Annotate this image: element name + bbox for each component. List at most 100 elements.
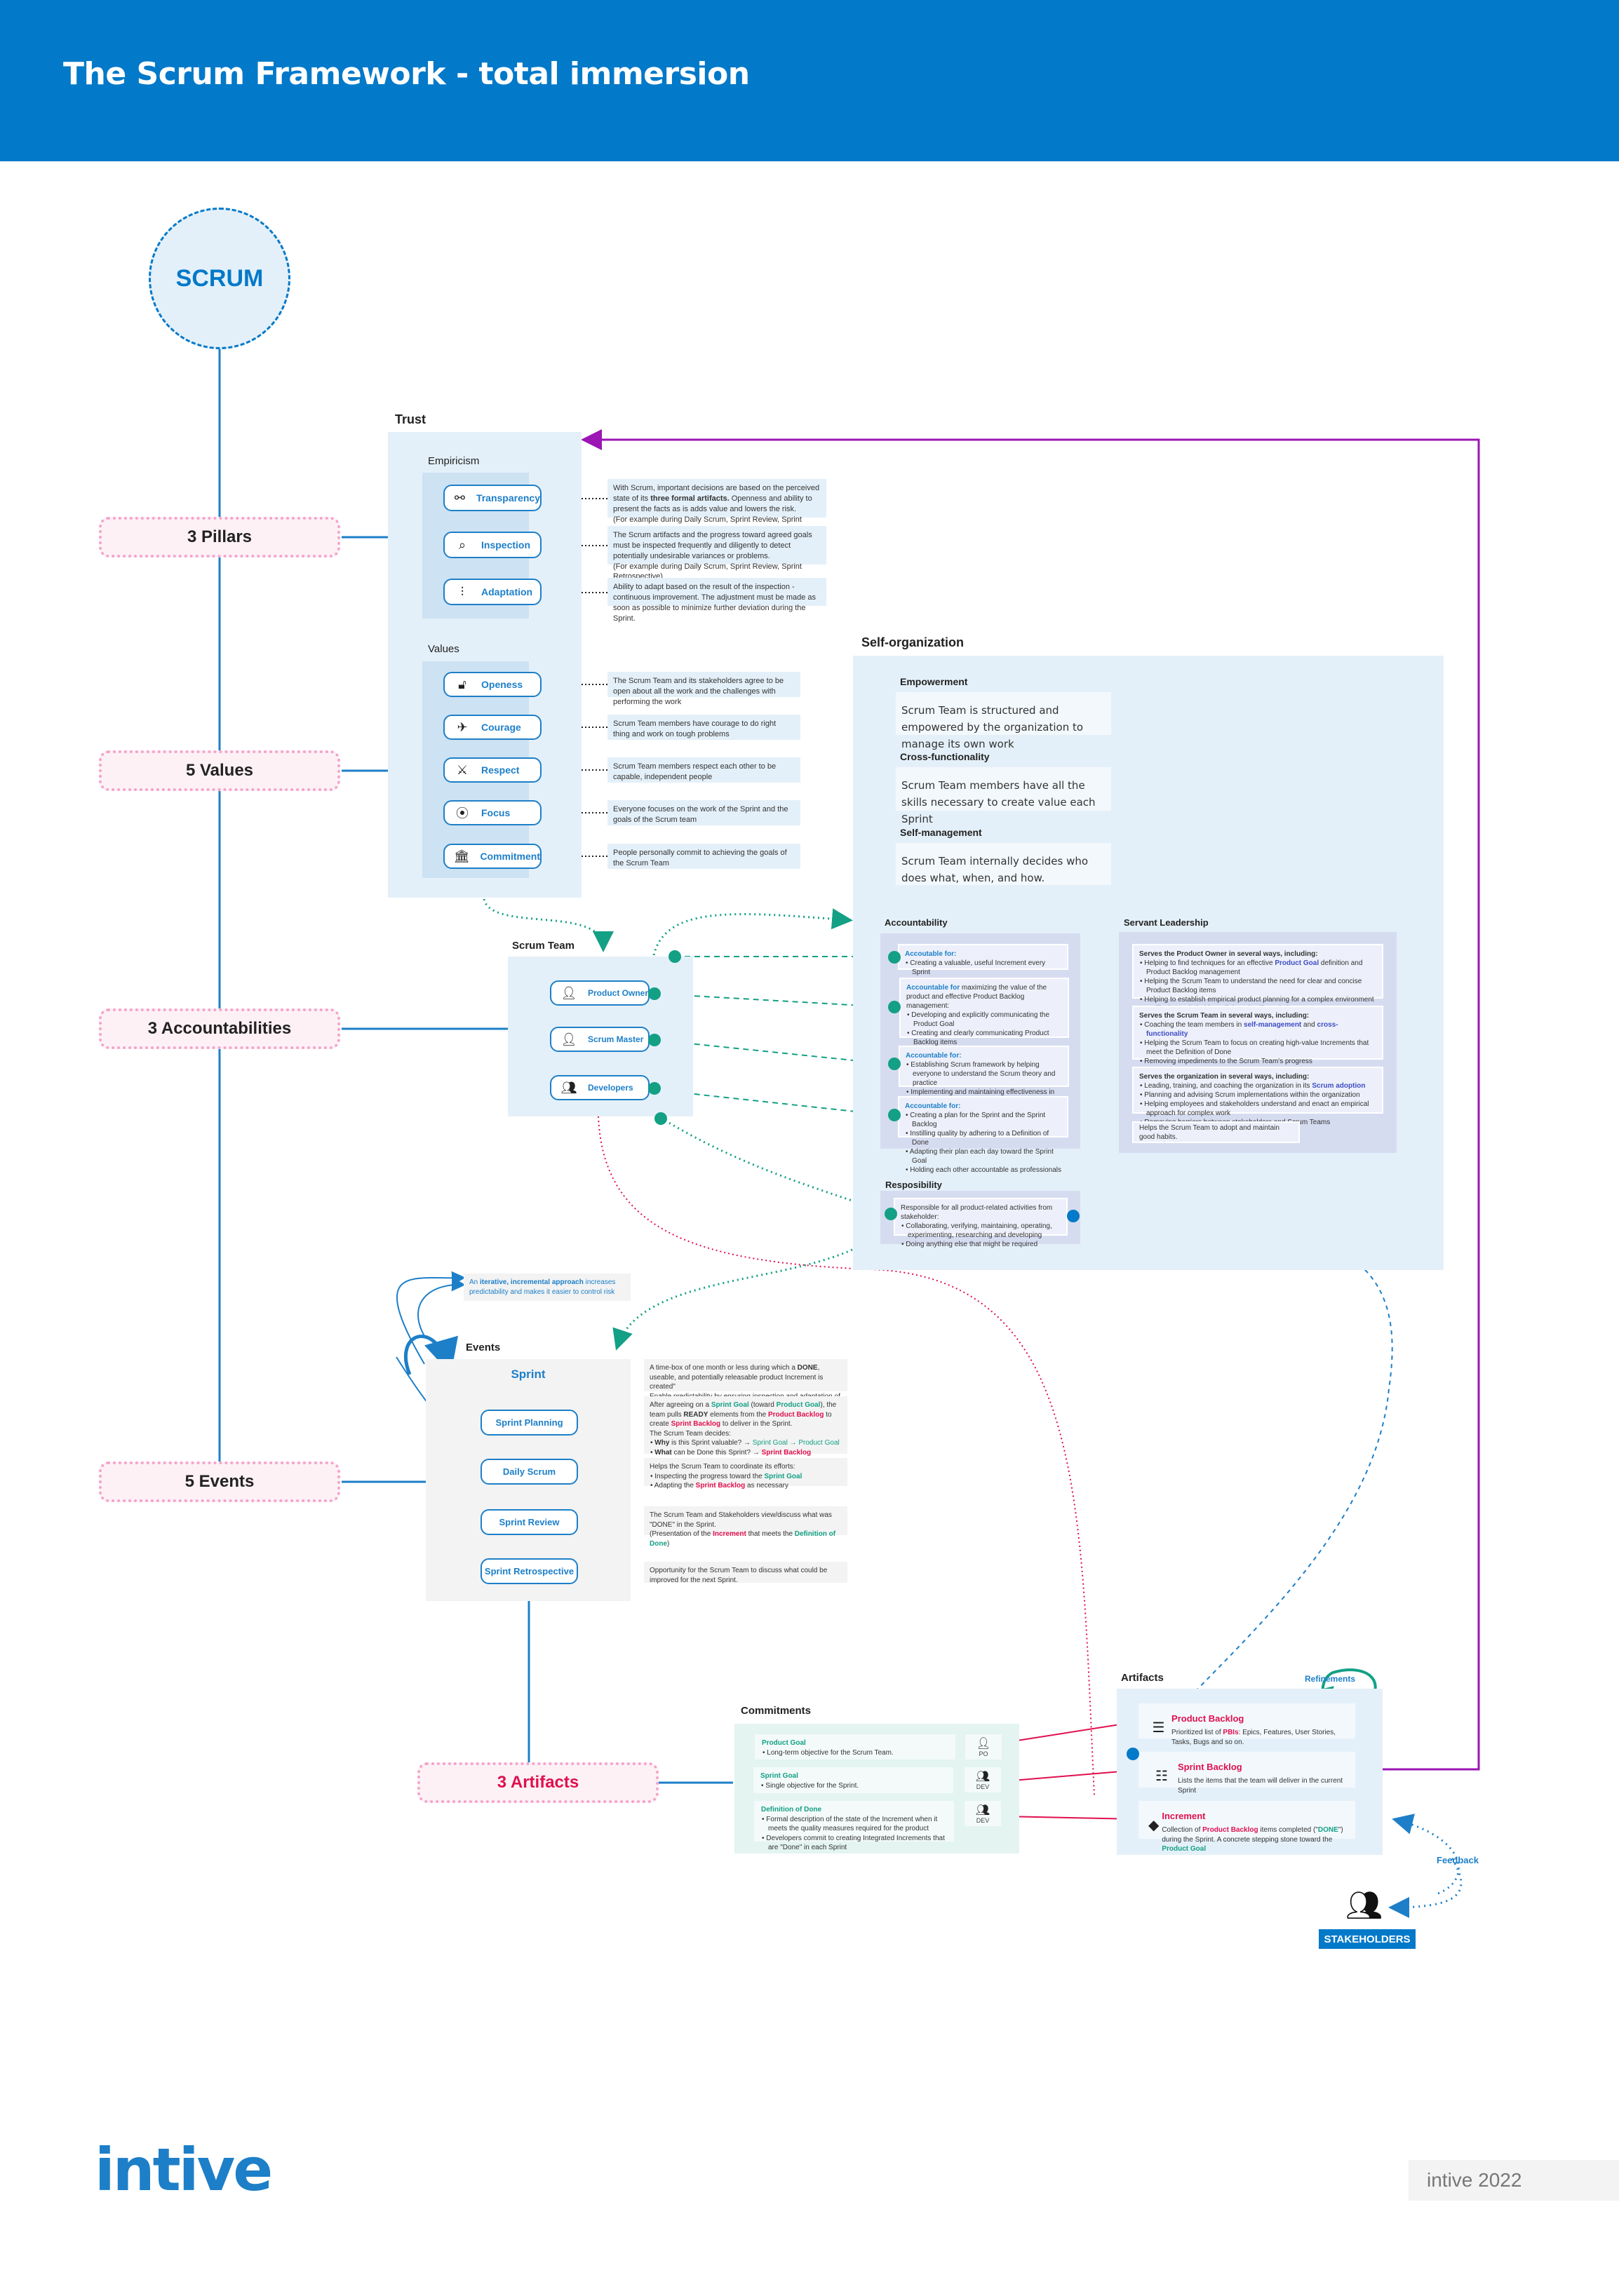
- sprint-label: Sprint: [511, 1368, 546, 1381]
- desc-text: People personally commit to achieving th…: [613, 849, 787, 867]
- desc-highlight: Sprint Goal: [711, 1401, 749, 1409]
- cube-icon: ◆: [1148, 1818, 1160, 1833]
- commitment-title: Sprint Goal: [760, 1772, 798, 1780]
- side-label-text: 3 Pillars: [187, 527, 253, 546]
- artifact-highlight: Product Backlog: [1202, 1826, 1258, 1834]
- value-focus[interactable]: ⦿ Focus: [443, 800, 542, 825]
- empowerment-box: Scrum Team is structured and empowered b…: [896, 692, 1111, 750]
- value-desc-focus: Everyone focuses on the work of the Spri…: [607, 800, 800, 825]
- item-text: Leading, training, and coaching the orga…: [1144, 1082, 1312, 1090]
- intive-logo: intive: [95, 2135, 273, 2204]
- value-label: Respect: [481, 764, 520, 776]
- item-text: Helping to find techniques for an effect…: [1144, 959, 1275, 967]
- serves-heading: Serves the Product Owner in several ways…: [1139, 950, 1318, 958]
- accountability-developers: Accountable for: Creating a plan for the…: [898, 1096, 1068, 1174]
- connector-dot: [1067, 1210, 1080, 1222]
- self-management-title: Self-management: [900, 827, 982, 838]
- people-icon: 👥︎: [560, 1080, 577, 1095]
- scrum-root-node: SCRUM: [149, 208, 290, 349]
- serves-item: Helping to establish empirical product p…: [1139, 995, 1376, 1004]
- artifact-product-backlog[interactable]: ☰ Product Backlog Prioritized list of PB…: [1138, 1703, 1355, 1746]
- pillar-adaptation[interactable]: ⫶ Adaptation: [443, 579, 542, 605]
- desc-text: Inspecting the progress toward the: [654, 1472, 765, 1480]
- desc-text: that meets the: [746, 1530, 795, 1538]
- event-sprint-planning[interactable]: Sprint Planning: [481, 1410, 578, 1436]
- desc-text: elements from the: [708, 1410, 768, 1419]
- desc-text: The Scrum Team decides:: [650, 1429, 731, 1438]
- desc-text: The Scrum Team and Stakeholders view/dis…: [650, 1511, 832, 1529]
- resp-item: Doing anything else that might be requir…: [901, 1240, 1061, 1249]
- desc-highlight: Sprint Backlog: [671, 1420, 721, 1428]
- serves-item: Leading, training, and coaching the orga…: [1139, 1081, 1376, 1090]
- value-courage[interactable]: ✈ Courage: [443, 715, 542, 740]
- pillar-desc-inspection: The Scrum artifacts and the progress tow…: [607, 526, 826, 581]
- role-tag: PO: [979, 1750, 988, 1757]
- event-sprint-review[interactable]: Sprint Review: [481, 1509, 578, 1535]
- stakeholders-badge[interactable]: STAKEHOLDERS: [1319, 1929, 1416, 1949]
- artifact-increment[interactable]: ◆ Increment Collection of Product Backlo…: [1138, 1801, 1355, 1853]
- item-highlight: self-management: [1244, 1021, 1302, 1029]
- pillar-transparency[interactable]: ⚯ Transparency: [443, 485, 542, 511]
- person-icon: 👤︎: [976, 1738, 991, 1750]
- desc-text: Everyone focuses on the work of the Spri…: [613, 805, 788, 824]
- responsibility-box: Responsible for all product-related acti…: [894, 1198, 1068, 1248]
- commitment-definition-of-done: Definition of Done Formal description of…: [754, 1801, 954, 1851]
- desc-text: A time-box of one month or less during w…: [650, 1364, 798, 1372]
- commitment-owner-dev: 👥︎ DEV: [965, 1801, 1001, 1826]
- side-label-artifacts: 3 Artifacts: [417, 1762, 659, 1803]
- artifact-sprint-backlog[interactable]: ☷ Sprint Backlog Lists the items that th…: [1138, 1752, 1355, 1795]
- acc-item: Establishing Scrum framework by helping …: [906, 1060, 1062, 1088]
- side-label-text: 5 Events: [184, 1472, 255, 1491]
- commitment-title: Definition of Done: [761, 1806, 822, 1814]
- value-commitment[interactable]: 🏛︎ Commitment: [443, 844, 542, 869]
- role-product-owner[interactable]: 👤︎ Product Owner: [550, 980, 650, 1006]
- commitment-item: Formal description of the state of the I…: [761, 1815, 947, 1834]
- connector-dot: [669, 950, 681, 963]
- artifacts-title: Artifacts: [1121, 1672, 1164, 1684]
- serves-item: Helping to find techniques for an effect…: [1139, 959, 1376, 977]
- value-openess[interactable]: 🔓︎ Openess: [443, 672, 542, 697]
- acc-item: Instilling quality by adhering to a Defi…: [905, 1129, 1061, 1147]
- value-respect[interactable]: ⚔ Respect: [443, 757, 542, 783]
- desc-text: Helps the Scrum Team to coordinate its e…: [650, 1463, 795, 1471]
- connector-dot: [888, 1058, 901, 1070]
- sliders-icon: ⫶: [460, 584, 464, 599]
- magnifier-icon: ⌕: [458, 537, 466, 552]
- desc-text: Opportunity for the Scrum Team to discus…: [650, 1567, 828, 1584]
- side-label-text: 3 Accountabilities: [147, 1019, 292, 1038]
- person-icon: 👤︎: [560, 985, 577, 1000]
- responsibility-title: Resposibility: [885, 1180, 942, 1190]
- role-developers[interactable]: 👥︎ Developers: [550, 1075, 650, 1100]
- serves-item: Removing impediments to the Scrum Team's…: [1139, 1057, 1376, 1066]
- self-org-title: Self-organization: [861, 635, 965, 649]
- event-label: Sprint Retrospective: [484, 1566, 575, 1576]
- list-icon: ☰: [1152, 1720, 1165, 1736]
- role-scrum-master[interactable]: 👤︎ Scrum Master: [550, 1027, 650, 1052]
- serves-item: Helping the Scrum Team to understand the…: [1139, 977, 1376, 995]
- side-label-values: 5 Values: [99, 750, 340, 791]
- connector-dot: [648, 987, 661, 1000]
- people-icon: 👥︎: [975, 1771, 990, 1783]
- role-tag: DEV: [976, 1783, 990, 1790]
- acc-heading: Accountable for: [906, 984, 960, 992]
- events-title: Events: [466, 1342, 501, 1353]
- desc-item: Why is this Sprint valuable? → Sprint Go…: [650, 1438, 842, 1448]
- people-icon: 👥︎: [975, 1804, 990, 1816]
- acc-item: Creating and clearly communicating Produ…: [906, 1029, 1062, 1047]
- item-text: and: [1301, 1021, 1317, 1029]
- commitment-sprint-goal: Sprint Goal Single objective for the Spr…: [753, 1767, 953, 1793]
- habits-text: Helps the Scrum Team to adopt and mainta…: [1139, 1123, 1279, 1141]
- servant-leadership-title: Servant Leadership: [1124, 917, 1209, 928]
- event-sprint-retrospective[interactable]: Sprint Retrospective: [481, 1558, 578, 1584]
- side-label-events: 5 Events: [99, 1461, 340, 1502]
- event-daily-scrum[interactable]: Daily Scrum: [481, 1459, 578, 1485]
- desc-text: can be Done this Sprint? →: [671, 1448, 762, 1457]
- note-bold: iterative, incremental approach: [480, 1278, 584, 1286]
- accountability-title: Accountability: [885, 917, 948, 928]
- serves-item: Helping employees and stakeholders under…: [1139, 1100, 1376, 1118]
- pillar-inspection[interactable]: ⌕ Inspection: [443, 532, 542, 558]
- values-title: Values: [428, 643, 459, 655]
- commitments-title: Commitments: [741, 1705, 812, 1717]
- artifact-title: Increment: [1162, 1811, 1206, 1821]
- desc-text: (Presentation of the: [650, 1530, 713, 1538]
